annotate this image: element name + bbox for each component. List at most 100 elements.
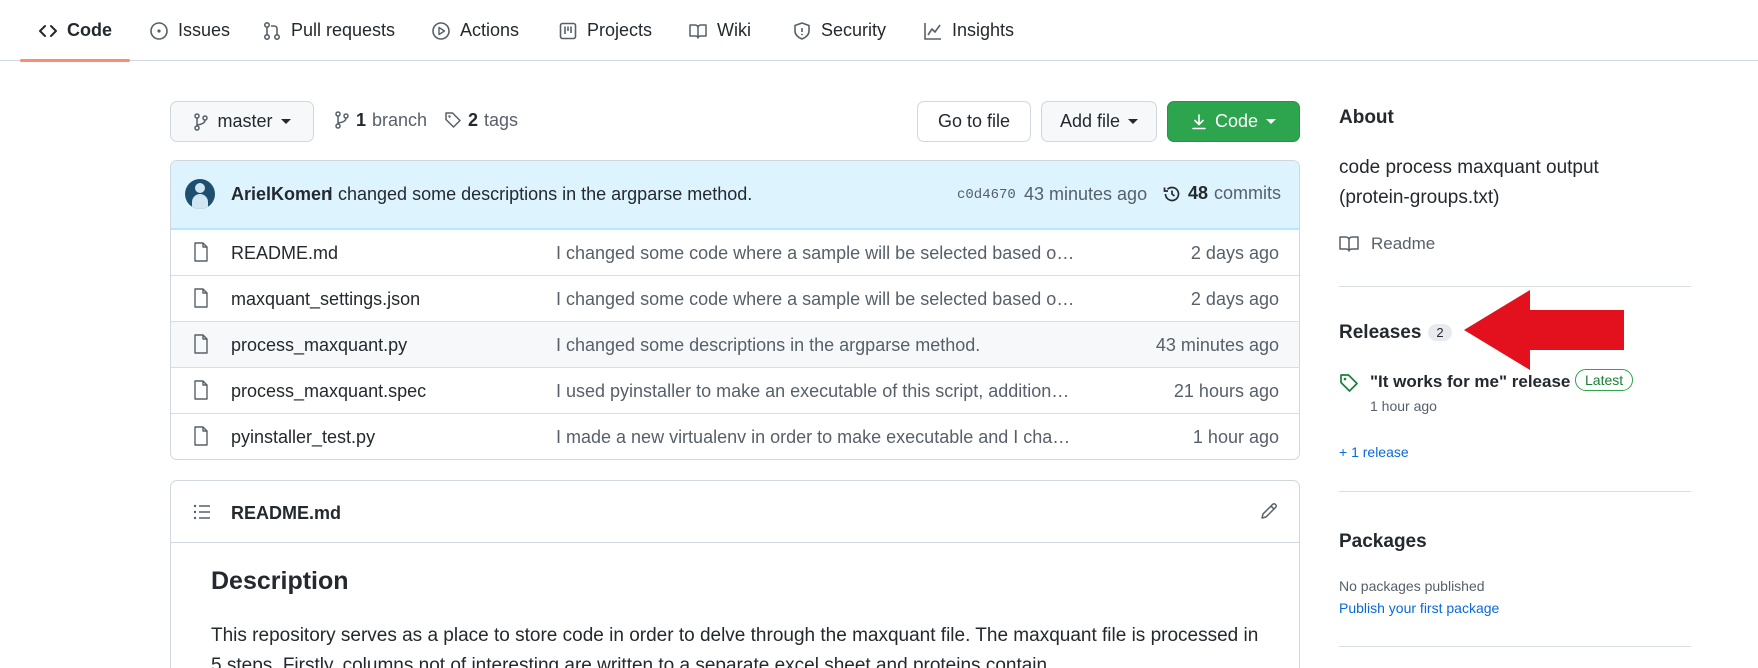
tab-label: Issues <box>178 20 231 40</box>
file-commit-message[interactable]: I made a new virtualenv in order to make… <box>556 427 1076 448</box>
branch-name: master <box>217 111 273 131</box>
commit-message[interactable]: I changed some descriptions in the argpa… <box>328 184 752 205</box>
tab-label: Pull requests <box>291 20 396 40</box>
file-name[interactable]: README.md <box>231 243 338 264</box>
file-age: 2 days ago <box>1190 289 1279 309</box>
file-row[interactable]: maxquant_settings.json I changed some co… <box>171 275 1299 321</box>
commit-author[interactable]: ArielKomen <box>231 184 332 205</box>
readme-heading: Description <box>211 567 349 595</box>
releases-title[interactable]: Releases 2 <box>1339 322 1452 344</box>
file-age: 21 hours ago <box>1173 381 1279 401</box>
commit-count-word: commits <box>1214 183 1282 203</box>
divider <box>1339 646 1691 647</box>
about-title: About <box>1339 107 1394 128</box>
tag-word: tags <box>484 109 519 130</box>
file-commit-message[interactable]: I changed some code where a sample will … <box>556 243 1076 264</box>
tag-icon <box>1340 374 1358 392</box>
file-age: 43 minutes ago <box>1155 335 1279 355</box>
go-to-file-label: Go to file <box>937 111 1011 131</box>
graph-icon <box>924 22 941 40</box>
tag-count: 2 <box>468 109 479 130</box>
tab-label: Wiki <box>717 20 751 40</box>
more-releases-link[interactable]: + 1 release <box>1339 444 1409 460</box>
releases-title-text: Releases <box>1339 322 1422 343</box>
file-age: 2 days ago <box>1190 243 1279 263</box>
file-icon <box>194 426 208 446</box>
readme-link-label: Readme <box>1371 234 1436 253</box>
commit-sha[interactable]: c0d4670 <box>957 187 1016 203</box>
table-icon <box>559 22 577 39</box>
tab-security[interactable]: Security <box>792 0 886 61</box>
issue-opened-icon <box>150 21 168 40</box>
file-age: 1 hour ago <box>1192 427 1279 447</box>
tab-issues[interactable]: Issues <box>149 0 230 61</box>
tab-projects[interactable]: Projects <box>558 0 652 61</box>
tab-insights[interactable]: Insights <box>923 0 1014 61</box>
tab-wiki[interactable]: Wiki <box>688 0 751 61</box>
tab-actions[interactable]: Actions <box>431 0 519 61</box>
red-arrow-annotation <box>1464 290 1624 370</box>
readme-header: README.md <box>171 481 1299 543</box>
tags-link[interactable]: 2 tags <box>444 108 518 132</box>
file-name[interactable]: process_maxquant.spec <box>231 381 426 402</box>
commit-age: 43 minutes ago <box>1024 184 1148 204</box>
git-pull-request-icon <box>263 21 281 40</box>
tab-code[interactable]: Code <box>20 0 130 62</box>
git-branch-icon <box>194 112 209 131</box>
tab-pull-requests[interactable]: Pull requests <box>262 0 395 61</box>
download-icon <box>1192 113 1206 129</box>
file-name[interactable]: maxquant_settings.json <box>231 289 420 310</box>
file-commit-message[interactable]: I changed some descriptions in the argpa… <box>556 335 1076 356</box>
releases-count-badge: 2 <box>1428 324 1452 342</box>
readme-paragraph: This repository serves as a place to sto… <box>211 625 1259 668</box>
list-unordered-icon[interactable] <box>193 503 211 521</box>
file-commit-message[interactable]: I used pyinstaller to make an executable… <box>556 381 1076 402</box>
divider <box>1339 491 1691 492</box>
file-icon <box>194 380 208 400</box>
file-row[interactable]: pyinstaller_test.py I made a new virtual… <box>171 413 1299 459</box>
tag-icon <box>445 112 461 128</box>
commits-link[interactable]: 48 commits <box>1162 183 1281 204</box>
file-name[interactable]: pyinstaller_test.py <box>231 427 375 448</box>
book-icon <box>1339 236 1359 252</box>
chevron-down-icon <box>1128 119 1139 124</box>
avatar[interactable] <box>185 179 215 209</box>
repo-nav: Code Issues Pull requests Actions Projec… <box>0 0 1758 62</box>
release-age: 1 hour ago <box>1370 398 1437 414</box>
play-icon <box>432 21 450 40</box>
file-icon <box>194 334 208 354</box>
add-file-button[interactable]: Add file <box>1041 101 1157 142</box>
branch-word: branch <box>372 109 428 130</box>
tab-label: Code <box>67 20 112 40</box>
tab-label: Security <box>821 20 887 40</box>
file-row[interactable]: process_maxquant.spec I used pyinstaller… <box>171 367 1299 413</box>
tab-label: Projects <box>587 20 653 40</box>
history-icon <box>1163 186 1180 201</box>
branch-select-button[interactable]: master <box>170 101 314 142</box>
latest-badge: Latest <box>1575 369 1634 391</box>
readme-sidebar-link[interactable]: Readme <box>1339 234 1435 254</box>
about-description: code process maxquant output (protein-gr… <box>1339 157 1599 208</box>
packages-empty-text: No packages published <box>1339 578 1485 594</box>
branches-link[interactable]: 1 branch <box>334 108 427 132</box>
shield-icon <box>794 21 810 40</box>
go-to-file-button[interactable]: Go to file <box>917 101 1031 142</box>
latest-commit-bar: ArielKomen I changed some descriptions i… <box>171 161 1299 229</box>
publish-package-link[interactable]: Publish your first package <box>1339 600 1499 616</box>
code-button-label: Code <box>1214 111 1259 131</box>
git-branch-icon <box>335 111 349 129</box>
chevron-down-icon <box>280 119 291 124</box>
packages-title[interactable]: Packages <box>1339 531 1427 553</box>
readme-filename[interactable]: README.md <box>231 503 341 524</box>
file-icon <box>194 242 208 262</box>
file-row[interactable]: process_maxquant.py I changed some descr… <box>171 321 1299 367</box>
file-browser: ArielKomen I changed some descriptions i… <box>170 160 1300 460</box>
code-download-button[interactable]: Code <box>1167 101 1300 142</box>
release-name-link[interactable]: "It works for me" release <box>1370 372 1570 392</box>
pencil-icon[interactable] <box>1259 501 1279 521</box>
chevron-down-icon <box>1266 119 1277 124</box>
file-row[interactable]: README.md I changed some code where a sa… <box>171 229 1299 275</box>
branch-count: 1 <box>356 109 367 130</box>
file-commit-message[interactable]: I changed some code where a sample will … <box>556 289 1076 310</box>
file-name[interactable]: process_maxquant.py <box>231 335 407 356</box>
